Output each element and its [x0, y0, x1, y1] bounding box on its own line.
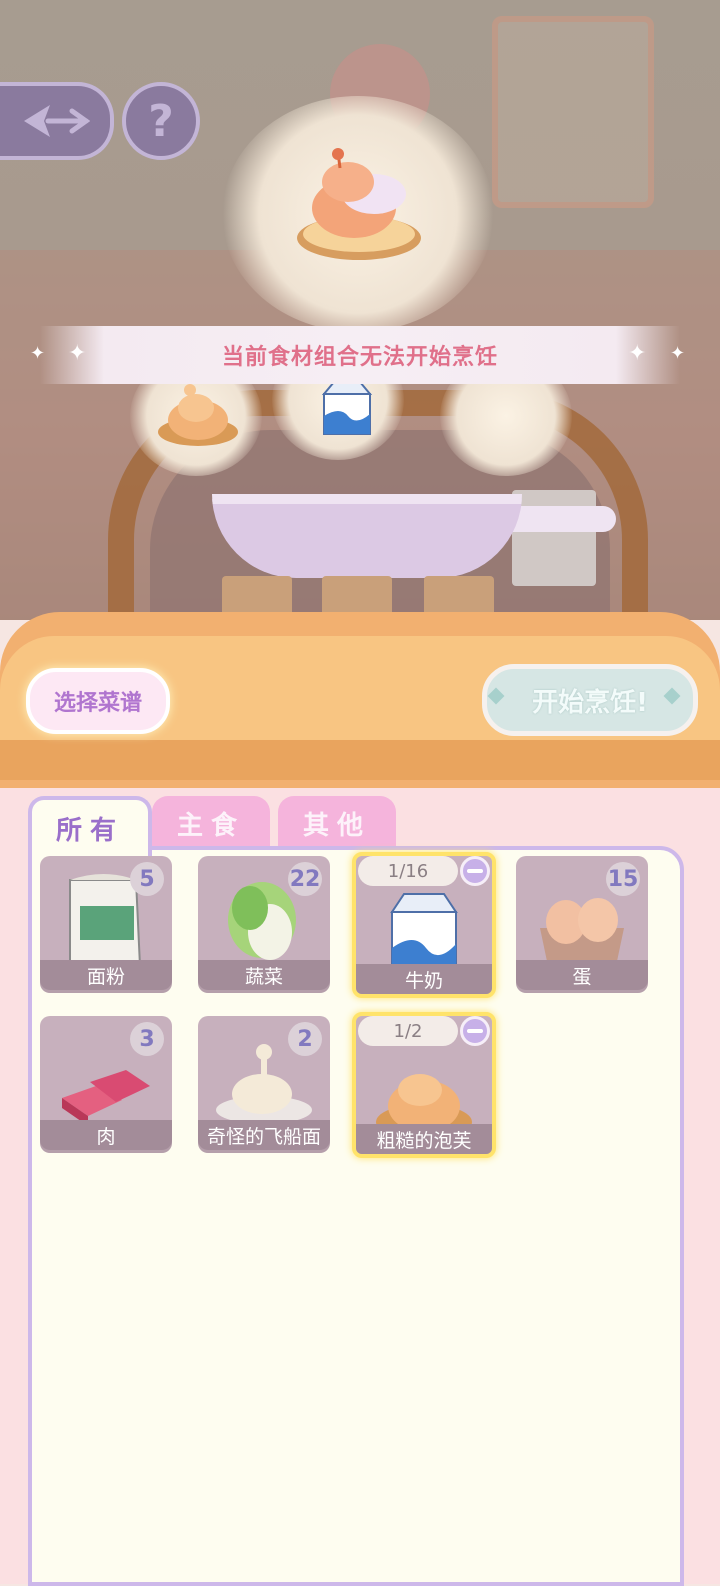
ingredient-name: 肉	[40, 1120, 172, 1150]
milk-carton-icon	[321, 381, 373, 435]
sparkle-icon: ✦	[30, 343, 46, 364]
select-recipe-label: 选择菜谱	[53, 691, 142, 716]
remove-ingredient-button[interactable]	[460, 856, 490, 886]
ingredient-name: 蛋	[516, 960, 648, 990]
ingredient-card-vegetable[interactable]: 22 蔬菜	[198, 856, 330, 990]
sparkle-icon: ✦	[670, 343, 686, 364]
start-cooking-label: 开始烹饪!	[532, 687, 648, 718]
tab-other[interactable]: 其他	[278, 796, 396, 850]
stove-burner	[322, 576, 392, 616]
back-button[interactable]	[0, 82, 114, 160]
minus-icon	[467, 1029, 483, 1033]
minus-icon	[467, 869, 483, 873]
recipe-note-paper	[512, 490, 596, 586]
rough-puff-icon	[158, 384, 238, 446]
select-recipe-button[interactable]: 选择菜谱	[26, 668, 170, 734]
toast-banner: 当前食材组合无法开始烹饪	[40, 326, 680, 384]
ingredient-count: 5	[130, 862, 164, 896]
ingredient-card-rough-puff[interactable]: 1/2 粗糙的泡芙	[352, 1012, 496, 1158]
selected-quantity: 1/2	[358, 1016, 458, 1046]
control-panel-strip	[0, 740, 720, 780]
tab-all[interactable]: 所有	[28, 796, 152, 856]
remove-ingredient-button[interactable]	[460, 1016, 490, 1046]
ingredient-name: 面粉	[40, 960, 172, 990]
tab-staple[interactable]: 主食	[152, 796, 270, 850]
stove-burner	[424, 576, 494, 616]
help-icon: ?	[148, 95, 174, 147]
ingredient-name: 牛奶	[356, 964, 492, 994]
frying-pan	[212, 494, 522, 578]
ingredient-name: 奇怪的飞船面	[198, 1120, 330, 1150]
arrow-left-icon	[24, 105, 90, 137]
ingredient-card-flour[interactable]: 5 面粉	[40, 856, 172, 990]
ingredient-count: 22	[288, 862, 322, 896]
ingredient-card-strange-noodle[interactable]: 2 奇怪的飞船面	[198, 1016, 330, 1150]
ingredient-name: 蔬菜	[198, 960, 330, 990]
ingredient-count: 2	[288, 1022, 322, 1056]
selected-quantity: 1/16	[358, 856, 458, 886]
toast-message: 当前食材组合无法开始烹饪	[221, 345, 498, 370]
start-cooking-button[interactable]: 开始烹饪!	[482, 664, 698, 736]
ingredient-card-milk[interactable]: 1/16 牛奶	[352, 852, 496, 998]
ingredient-card-egg[interactable]: 15 蛋	[516, 856, 648, 990]
sparkle-icon: ✦	[68, 341, 87, 366]
cream-puff-icon	[297, 148, 421, 260]
ingredient-count: 15	[606, 862, 640, 896]
help-button[interactable]: ?	[122, 82, 200, 160]
ingredient-name: 粗糙的泡芙	[356, 1124, 492, 1154]
stove-burner	[222, 576, 292, 616]
ingredient-count: 3	[130, 1022, 164, 1056]
wall-frame	[492, 16, 654, 208]
ingredient-card-meat[interactable]: 3 肉	[40, 1016, 172, 1150]
sparkle-icon: ✦	[628, 341, 647, 366]
